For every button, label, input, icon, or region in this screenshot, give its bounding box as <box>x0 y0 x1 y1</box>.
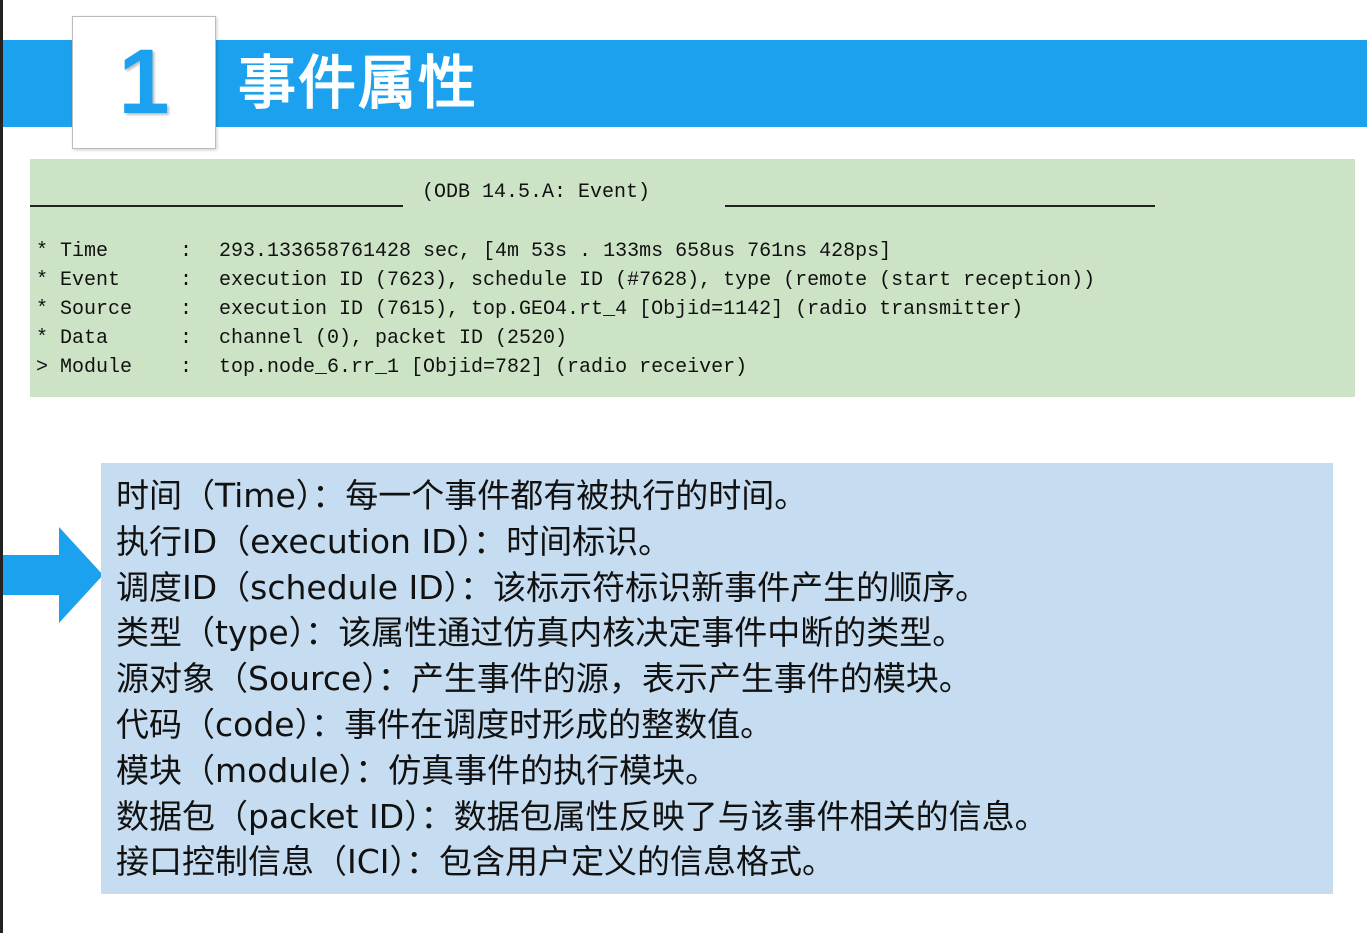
odb-row-label-cell: * Time <box>36 237 180 266</box>
odb-row-value: execution ID (7623), schedule ID (#7628)… <box>219 269 1096 292</box>
odb-row-colon: : <box>180 269 193 292</box>
odb-row-time: * Time: 293.133658761428 sec, [4m 53s . 1… <box>36 237 1095 266</box>
right-arrow-icon <box>3 527 103 627</box>
description-item: 时间（Time）：每一个事件都有被执行的时间。 <box>116 476 808 515</box>
odb-row-module: > Module: top.node_6.rr_1 [Objid=782] (ra… <box>36 353 1095 382</box>
odb-row-marker: * <box>36 298 49 321</box>
odb-row-label: Time <box>60 240 109 263</box>
odb-row-label-cell: * Source <box>36 295 180 324</box>
odb-row-data: * Data: channel (0), packet ID (2520) <box>36 324 1095 353</box>
odb-row-event: * Event: execution ID (7623), schedule ID… <box>36 266 1095 295</box>
odb-row-colon: : <box>180 327 193 350</box>
description-item: 模块（module）：仿真事件的执行模块。 <box>116 750 719 790</box>
description-item: 代码（code）：事件在调度时形成的整数值。 <box>116 704 774 744</box>
odb-row-value: channel (0), packet ID (2520) <box>219 327 568 350</box>
odb-row-value: execution ID (7615), top.GEO4.rt_4 [Obji… <box>219 298 1024 321</box>
odb-row-source: * Source: execution ID (7615), top.GEO4.r… <box>36 295 1095 324</box>
odb-row-colon: : <box>180 298 193 321</box>
description-item: 接口控制信息（ICI）：包含用户定义的信息格式。 <box>116 842 836 882</box>
slide-title: 事件属性 <box>238 49 479 117</box>
header-rule-left <box>30 205 403 207</box>
odb-row-label-cell: * Event <box>36 266 180 295</box>
odb-row-label: Data <box>60 327 109 350</box>
left-edge <box>0 0 3 933</box>
odb-header: (ODB 14.5.A: Event) <box>30 181 1355 211</box>
description-item: 执行ID（execution ID）：时间标识。 <box>116 521 672 561</box>
odb-row-label: Module <box>60 356 133 379</box>
odb-event-panel: (ODB 14.5.A: Event) * Time: 293.133658761… <box>30 159 1355 397</box>
description-item: 调度ID（schedule ID）：该标示符标识新事件产生的顺序。 <box>116 567 989 607</box>
odb-row-colon: : <box>180 356 193 379</box>
odb-row-label: Event <box>60 269 121 292</box>
odb-row-marker: > <box>36 356 49 379</box>
odb-row-colon: : <box>180 240 193 263</box>
description-list: 时间（Time）：每一个事件都有被执行的时间。 执行ID（execution ID… <box>116 473 1048 885</box>
header-rule-right <box>725 205 1155 207</box>
slide-number-box: 1 <box>72 16 216 149</box>
odb-row-marker: * <box>36 327 49 350</box>
description-item: 类型（type）：该属性通过仿真内核决定事件中断的类型。 <box>116 613 966 653</box>
description-item: 源对象（Source）：产生事件的源，表示产生事件的模块。 <box>116 659 972 699</box>
description-item: 数据包（packet ID）：数据包属性反映了与该事件相关的信息。 <box>116 796 1048 836</box>
odb-row-value: top.node_6.rr_1 [Objid=782] (radio recei… <box>219 356 748 379</box>
odb-row-value: 293.133658761428 sec, [4m 53s . 133ms 65… <box>219 240 892 263</box>
odb-rows: * Time: 293.133658761428 sec, [4m 53s . 1… <box>36 237 1095 382</box>
slide-number: 1 <box>118 31 170 133</box>
description-panel: 时间（Time）：每一个事件都有被执行的时间。 执行ID（execution ID… <box>101 463 1333 894</box>
odb-row-label: Source <box>60 298 133 321</box>
odb-row-label-cell: * Data <box>36 324 180 353</box>
odb-row-marker: * <box>36 269 49 292</box>
odb-header-text: (ODB 14.5.A: Event) <box>422 181 651 204</box>
odb-row-marker: * <box>36 240 49 263</box>
odb-row-label-cell: > Module <box>36 353 180 382</box>
